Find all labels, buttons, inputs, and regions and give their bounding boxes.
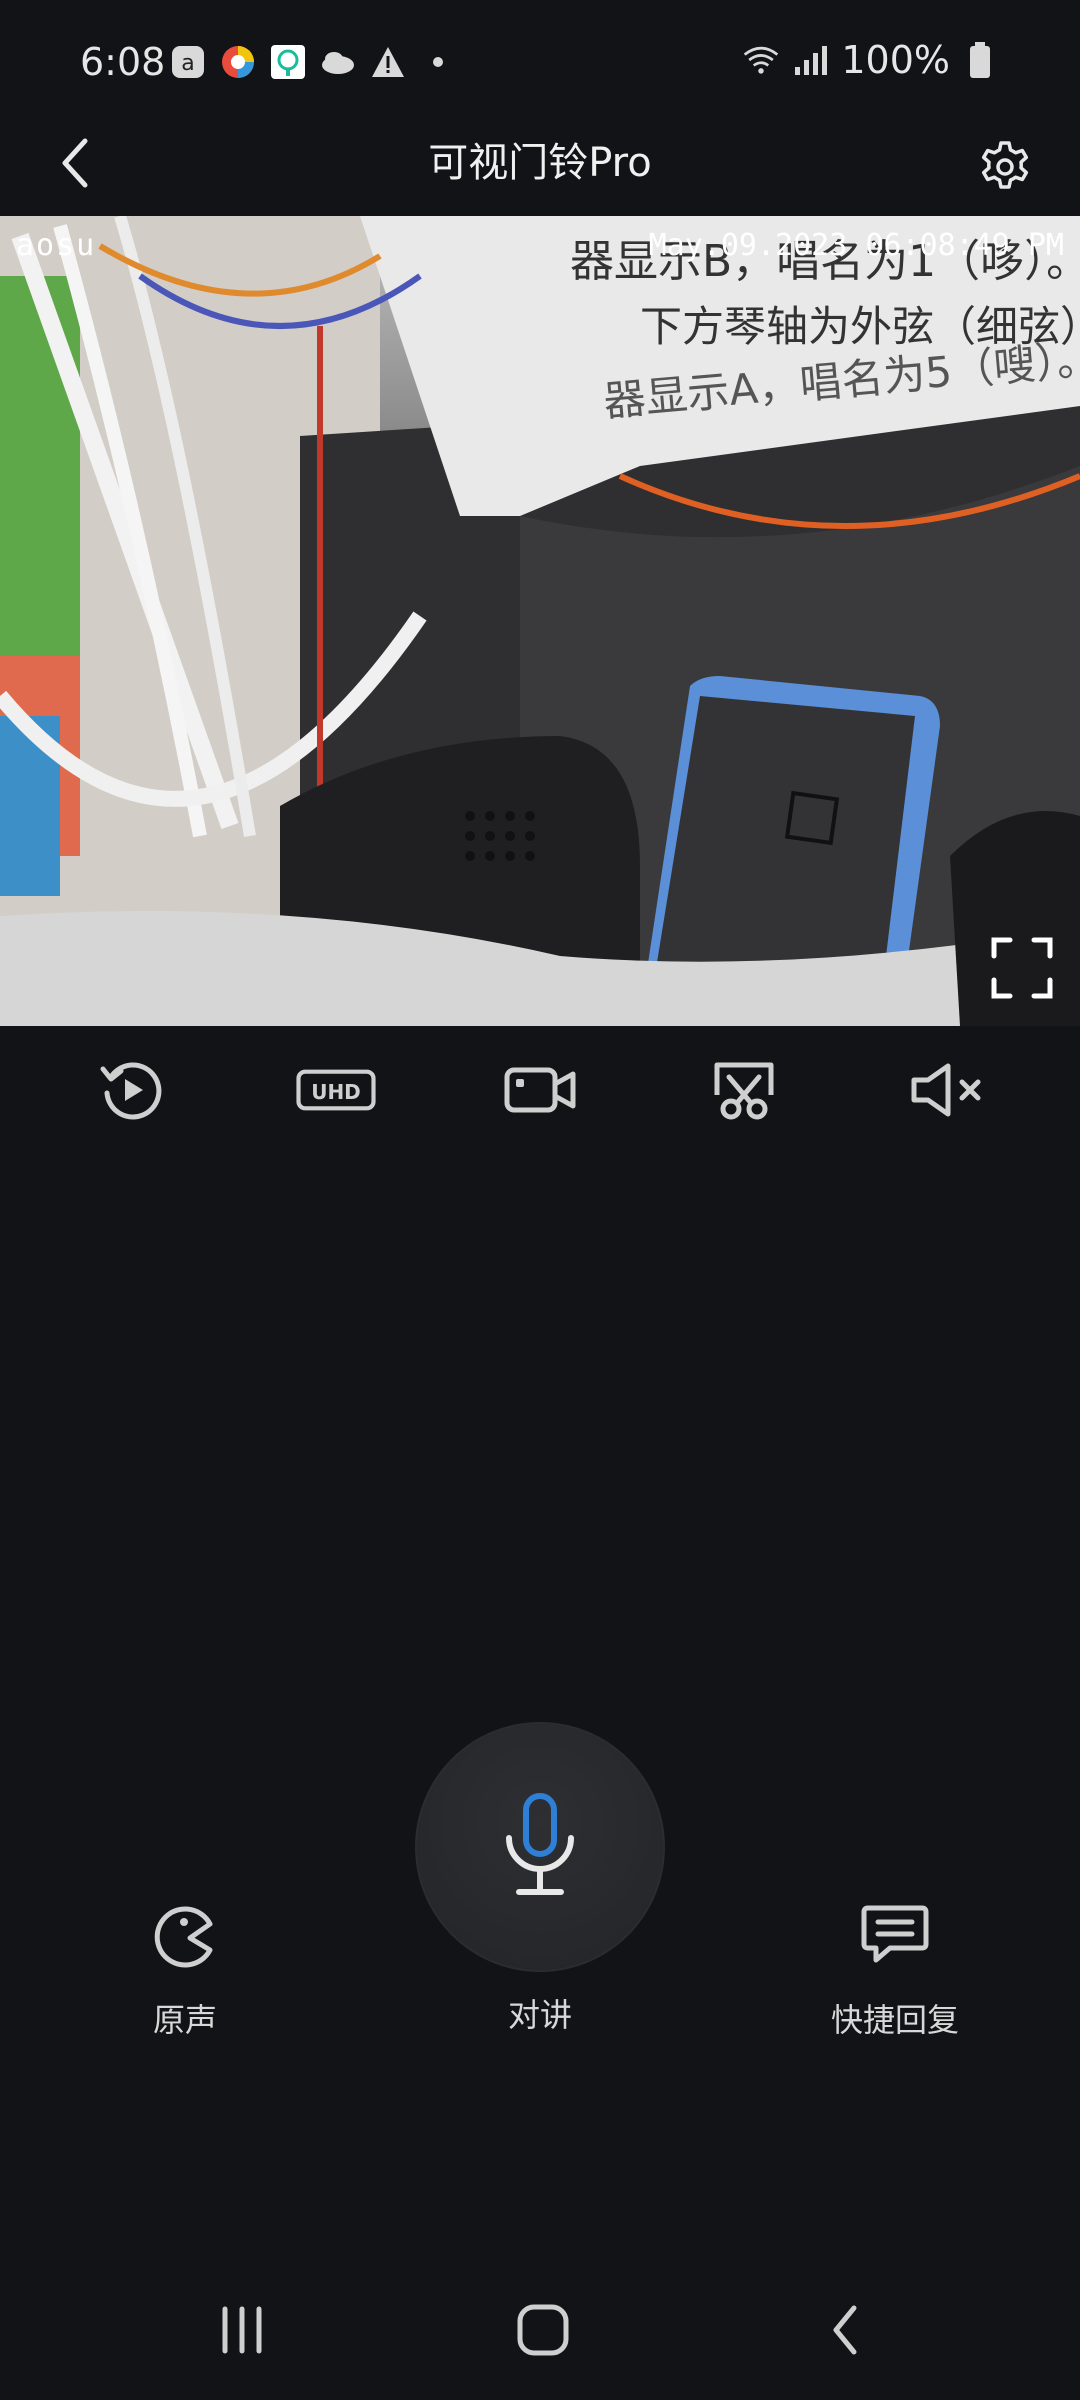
nav-back-button[interactable]: [806, 2300, 886, 2360]
warning-icon: [368, 42, 408, 82]
nav-back-icon: [833, 2305, 857, 2355]
page-title: 可视门铃Pro: [428, 140, 652, 186]
talk-label: 对讲: [507, 1996, 572, 2034]
chat-bubble-icon: [861, 1905, 929, 1963]
fullscreen-icon: [991, 937, 1053, 999]
record-button[interactable]: [500, 1050, 580, 1130]
battery-percent: 100%: [841, 38, 950, 82]
fullscreen-button[interactable]: [990, 936, 1054, 1000]
mute-button[interactable]: [908, 1050, 988, 1130]
header: 可视门铃Pro: [0, 120, 1080, 215]
uhd-button[interactable]: UHD: [296, 1050, 376, 1130]
app-a-icon: a: [168, 42, 208, 82]
video-controls: UHD: [0, 1030, 1080, 1150]
record-icon: [504, 1067, 576, 1113]
playback-button[interactable]: [92, 1050, 172, 1130]
camera-scene: 器显示B，唱名为1（哆）。 下方琴轴为外弦（细弦）校音 器显示A，唱名为5（嗖）…: [0, 216, 1080, 1026]
home-button[interactable]: [503, 2300, 583, 2360]
signal-icon: [791, 40, 831, 80]
home-icon: [517, 2304, 569, 2356]
recent-apps-icon: [222, 2306, 262, 2354]
gear-icon: [981, 141, 1029, 189]
screenshot-icon: [714, 1062, 774, 1120]
svg-text:a: a: [181, 51, 194, 76]
colorful-circle-icon: [218, 42, 258, 82]
playback-icon: [100, 1062, 162, 1120]
voice-changer-icon: [154, 1906, 213, 1968]
voice-changer-label: 原声: [152, 2001, 217, 2039]
recent-apps-button[interactable]: [202, 2300, 282, 2360]
notification-icons: a: [168, 42, 458, 82]
mute-icon: [911, 1063, 981, 1117]
qr-lock-icon: [268, 42, 308, 82]
svg-text:UHD: UHD: [311, 1080, 361, 1104]
status-bar: 6:08 a 100%: [0, 0, 1080, 120]
quick-reply-button[interactable]: [855, 1895, 935, 1975]
camera-video-feed[interactable]: 器显示B，唱名为1（哆）。 下方琴轴为外弦（细弦）校音 器显示A，唱名为5（嗖）…: [0, 216, 1080, 1026]
voice-changer-button[interactable]: [145, 1895, 225, 1975]
system-nav-bar: [0, 2260, 1080, 2400]
screenshot-button[interactable]: [704, 1050, 784, 1130]
settings-button[interactable]: [970, 128, 1040, 198]
cloud-icon: [318, 42, 358, 82]
brand-watermark: aosu: [16, 228, 97, 263]
talk-button[interactable]: [415, 1722, 665, 1972]
uhd-icon: UHD: [296, 1069, 376, 1111]
video-timestamp: May.09.2023 06:08:49 PM: [648, 228, 1064, 263]
battery-icon: [960, 40, 1000, 80]
system-status: 100%: [741, 38, 1000, 82]
microphone-icon: [506, 1793, 574, 1895]
status-time: 6:08: [80, 40, 166, 84]
quick-reply-label: 快捷回复: [830, 2001, 959, 2039]
wifi-icon: [741, 40, 781, 80]
dot-icon: [418, 42, 458, 82]
